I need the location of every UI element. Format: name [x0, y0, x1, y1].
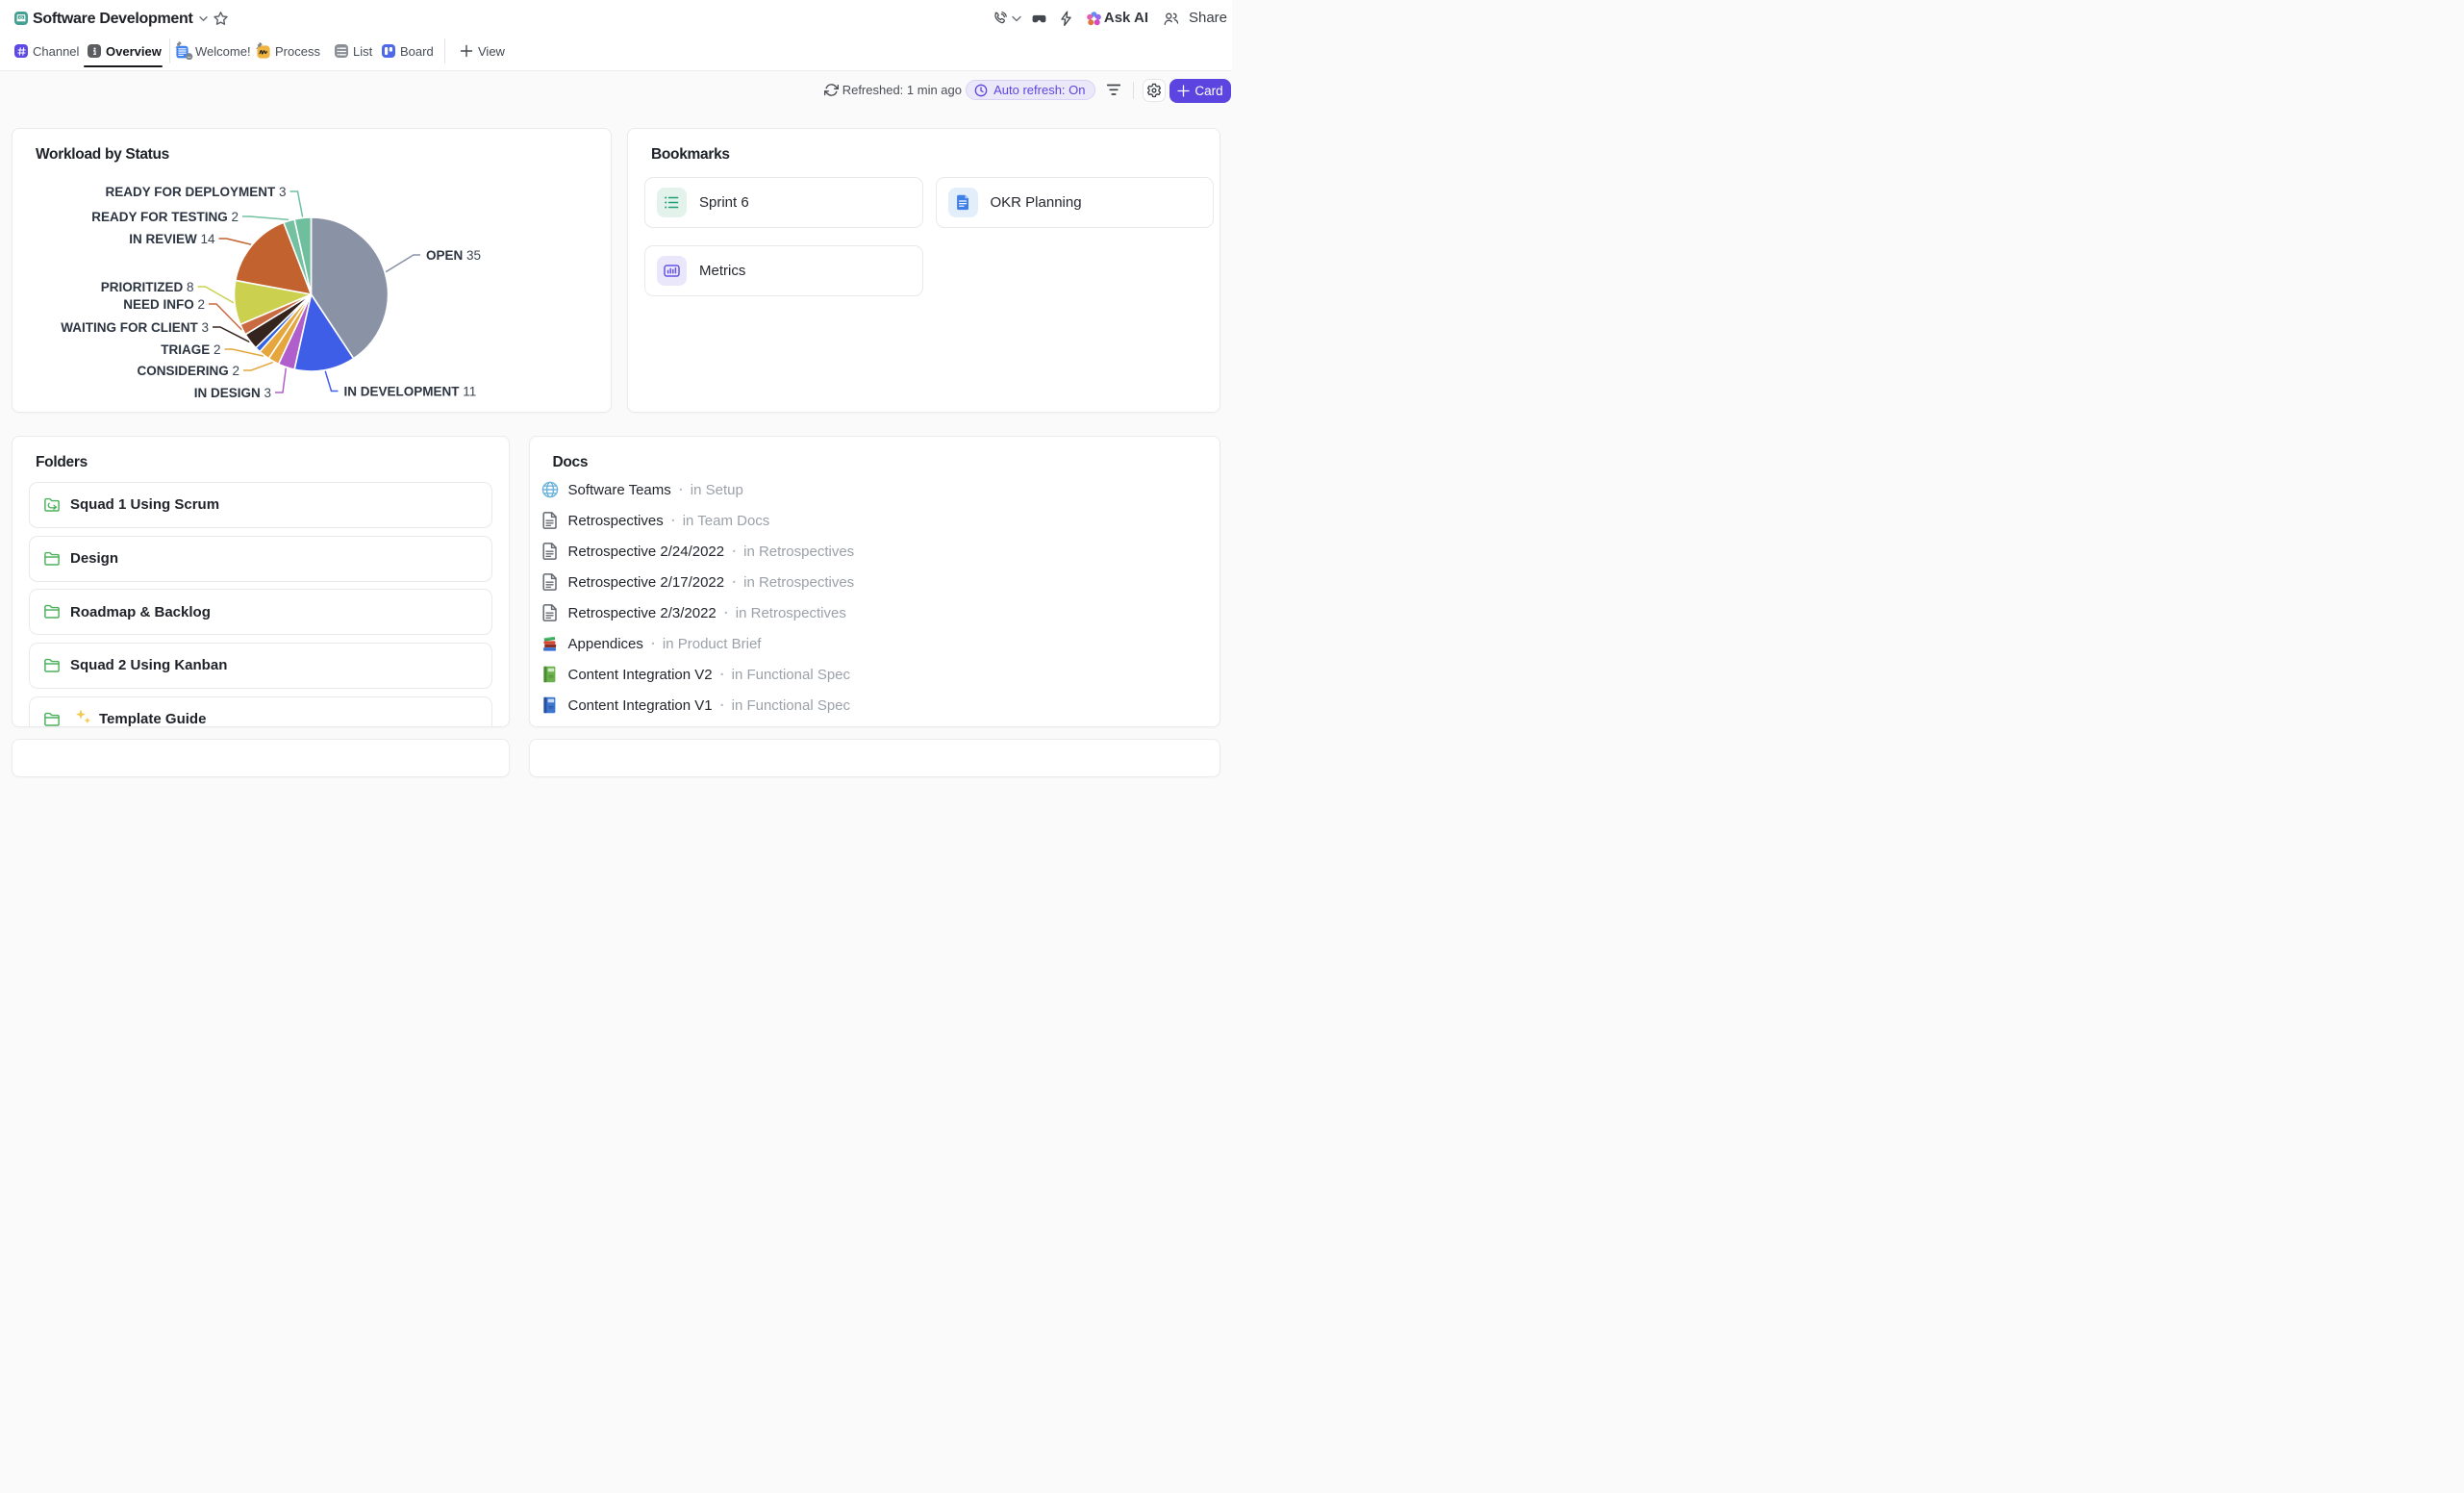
svg-text:TRIAGE 2: TRIAGE 2	[161, 342, 220, 357]
svg-text:NEED INFO 2: NEED INFO 2	[123, 297, 205, 312]
svg-text:IN DEVELOPMENT 11: IN DEVELOPMENT 11	[344, 385, 477, 399]
svg-text:CONSIDERING 2: CONSIDERING 2	[137, 364, 239, 378]
svg-text:OPEN 35: OPEN 35	[426, 248, 481, 263]
svg-text:PRIORITIZED 8: PRIORITIZED 8	[101, 280, 194, 294]
svg-text:READY FOR TESTING 2: READY FOR TESTING 2	[91, 210, 239, 224]
svg-text:READY FOR DEPLOYMENT 3: READY FOR DEPLOYMENT 3	[105, 185, 286, 199]
svg-text:IN REVIEW 14: IN REVIEW 14	[129, 232, 215, 246]
svg-text:IN DESIGN 3: IN DESIGN 3	[194, 386, 271, 400]
svg-text:WAITING FOR CLIENT 3: WAITING FOR CLIENT 3	[61, 320, 209, 335]
